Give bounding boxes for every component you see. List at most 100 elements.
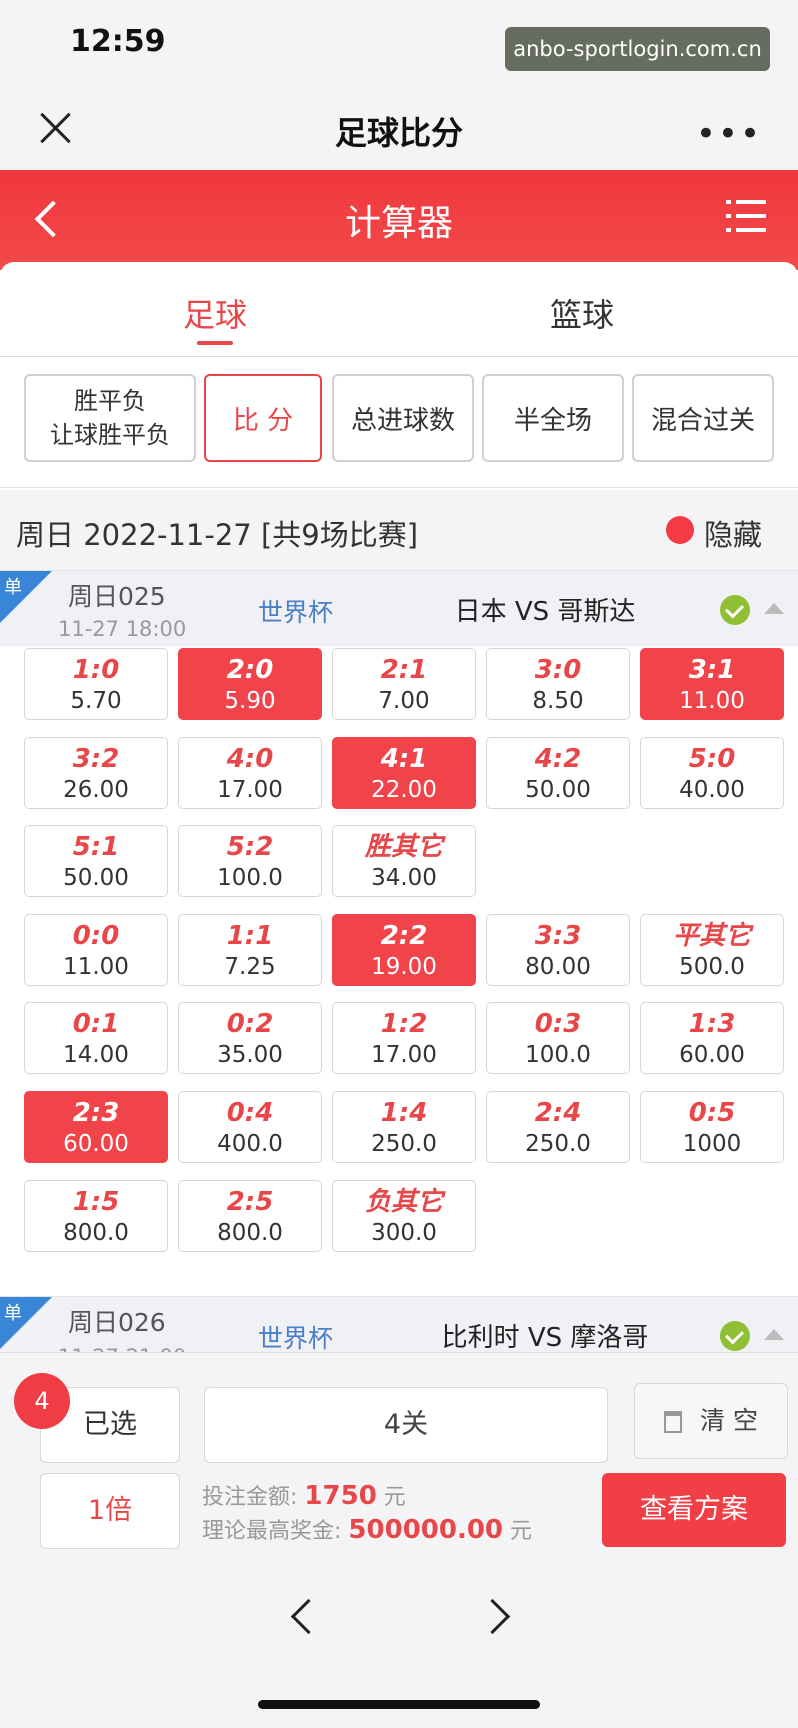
odds-value: 14.00 (63, 1042, 129, 1068)
match-header[interactable]: 单 周日025 11-27 18:00 世界杯 日本 VS 哥斯达 (0, 570, 798, 646)
odds-value: 19.00 (371, 954, 437, 980)
play-type-mixed-label: 混合过关 (650, 405, 755, 436)
odds-score: 4:0 (226, 744, 274, 774)
hide-label[interactable]: 隐藏 (704, 512, 762, 554)
odds-score: 1:5 (72, 1187, 120, 1217)
more-icon[interactable]: ••• (696, 114, 762, 154)
odds-cell[interactable]: 5:2 100.0 (178, 825, 322, 897)
list-menu-icon[interactable] (726, 200, 766, 234)
max-prize-label: 理论最高奖金: (202, 1519, 342, 1544)
hide-toggle-icon[interactable] (666, 516, 694, 544)
check-icon (720, 595, 750, 625)
odds-cell[interactable]: 4:0 17.00 (178, 737, 322, 809)
odds-score: 2:0 (226, 655, 274, 685)
odds-value: 40.00 (679, 777, 745, 803)
odds-cell[interactable]: 4:2 50.00 (486, 737, 630, 809)
multiple-button[interactable]: 1倍 (40, 1473, 180, 1549)
odds-cell[interactable]: 1:2 17.00 (332, 1002, 476, 1074)
match-number: 周日026 (68, 1308, 166, 1337)
odds-cell[interactable]: 2:1 7.00 (332, 648, 476, 720)
match-league: 世界杯 (258, 1324, 334, 1353)
odds-cell[interactable]: 1:1 7.25 (178, 914, 322, 986)
odds-cell[interactable]: 平其它 500.0 (640, 914, 784, 986)
odds-cell[interactable]: 负其它 300.0 (332, 1180, 476, 1252)
odds-score: 0:1 (72, 1009, 120, 1039)
odds-value: 1000 (682, 1131, 742, 1157)
odds-value: 80.00 (525, 954, 591, 980)
play-type-mixed[interactable]: 混合过关 (632, 374, 774, 462)
odds-cell[interactable]: 0:5 1000 (640, 1091, 784, 1163)
odds-cell[interactable]: 0:2 35.00 (178, 1002, 322, 1074)
odds-value: 11.00 (679, 688, 745, 714)
bet-footer: 已选 4 4关 清 空 1倍 投注金额: 1750 元 理论最高奖金: 5000… (0, 1352, 798, 1728)
play-type-wdl[interactable]: 胜平负 让球胜平负 (24, 374, 196, 462)
tab-underline (197, 341, 233, 345)
pass-type-selector[interactable]: 4关 (204, 1387, 608, 1463)
play-type-wdl-line1: 胜平负 (74, 387, 146, 415)
odds-value: 34.00 (371, 865, 437, 891)
play-type-score[interactable]: 比 分 (204, 374, 322, 462)
odds-cell[interactable]: 5:0 40.00 (640, 737, 784, 809)
odds-cell[interactable]: 2:5 800.0 (178, 1180, 322, 1252)
single-tag-label: 单 (4, 577, 22, 598)
back-icon[interactable] (286, 1596, 326, 1636)
match-number: 周日025 (68, 582, 166, 611)
odds-score: 0:4 (226, 1098, 274, 1128)
tab-football[interactable]: 足球 (183, 290, 247, 336)
wechat-nav-bar: 足球比分 ••• (0, 90, 798, 170)
odds-cell[interactable]: 0:3 100.0 (486, 1002, 630, 1074)
odds-cell[interactable]: 1:5 800.0 (24, 1180, 168, 1252)
clear-button[interactable]: 清 空 (634, 1383, 788, 1459)
play-type-total-goals-label: 总进球数 (350, 405, 455, 436)
single-tag-label: 单 (4, 1303, 22, 1324)
odds-cell[interactable]: 1:4 250.0 (332, 1091, 476, 1163)
app-header: 计算器 (0, 170, 798, 270)
odds-value: 800.0 (63, 1220, 129, 1246)
odds-cell[interactable]: 0:0 11.00 (24, 914, 168, 986)
odds-cell[interactable]: 4:1 22.00 (332, 737, 476, 809)
odds-score: 5:2 (226, 832, 274, 862)
odds-value: 60.00 (679, 1042, 745, 1068)
odds-value: 11.00 (63, 954, 129, 980)
odds-cell[interactable]: 3:0 8.50 (486, 648, 630, 720)
odds-value: 250.0 (371, 1131, 437, 1157)
clear-label: 清 空 (700, 1406, 758, 1435)
odds-cell[interactable]: 胜其它 34.00 (332, 825, 476, 897)
odds-value: 500.0 (679, 954, 745, 980)
date-row: 周日 2022-11-27 [共9场比赛] 隐藏 (0, 490, 798, 570)
odds-cell[interactable]: 2:4 250.0 (486, 1091, 630, 1163)
odds-score: 1:0 (72, 655, 120, 685)
odds-cell[interactable]: 2:3 60.00 (24, 1091, 168, 1163)
odds-score: 5:0 (688, 744, 736, 774)
view-plan-button[interactable]: 查看方案 (602, 1473, 786, 1547)
odds-cell[interactable]: 0:1 14.00 (24, 1002, 168, 1074)
odds-cell[interactable]: 2:2 19.00 (332, 914, 476, 986)
browser-nav-bar (0, 1566, 798, 1666)
odds-value: 17.00 (371, 1042, 437, 1068)
collapse-caret-icon[interactable] (764, 603, 784, 614)
odds-cell[interactable]: 3:3 80.00 (486, 914, 630, 986)
odds-score: 2:3 (72, 1098, 120, 1128)
status-time: 12:59 (70, 24, 166, 59)
tab-basketball[interactable]: 篮球 (550, 290, 614, 336)
odds-cell[interactable]: 2:0 5.90 (178, 648, 322, 720)
home-indicator[interactable] (258, 1700, 540, 1709)
odds-cell[interactable]: 5:1 50.00 (24, 825, 168, 897)
play-type-half-full[interactable]: 半全场 (482, 374, 624, 462)
odds-cell[interactable]: 0:4 400.0 (178, 1091, 322, 1163)
play-type-total-goals[interactable]: 总进球数 (332, 374, 474, 462)
match-league: 世界杯 (258, 598, 334, 627)
odds-cell[interactable]: 1:0 5.70 (24, 648, 168, 720)
odds-value: 8.50 (532, 688, 584, 714)
odds-score: 胜其它 (364, 832, 443, 862)
odds-cell[interactable]: 1:3 60.00 (640, 1002, 784, 1074)
odds-score: 1:1 (226, 921, 274, 951)
match-time: 11-27 18:00 (58, 617, 187, 641)
collapse-caret-icon[interactable] (764, 1329, 784, 1340)
odds-cell[interactable]: 3:2 26.00 (24, 737, 168, 809)
odds-cell[interactable]: 3:1 11.00 (640, 648, 784, 720)
play-type-half-full-label: 半全场 (513, 405, 592, 436)
play-type-wdl-line2: 让球胜平负 (50, 421, 170, 449)
forward-icon[interactable] (478, 1596, 518, 1636)
max-prize-unit: 元 (510, 1519, 533, 1544)
